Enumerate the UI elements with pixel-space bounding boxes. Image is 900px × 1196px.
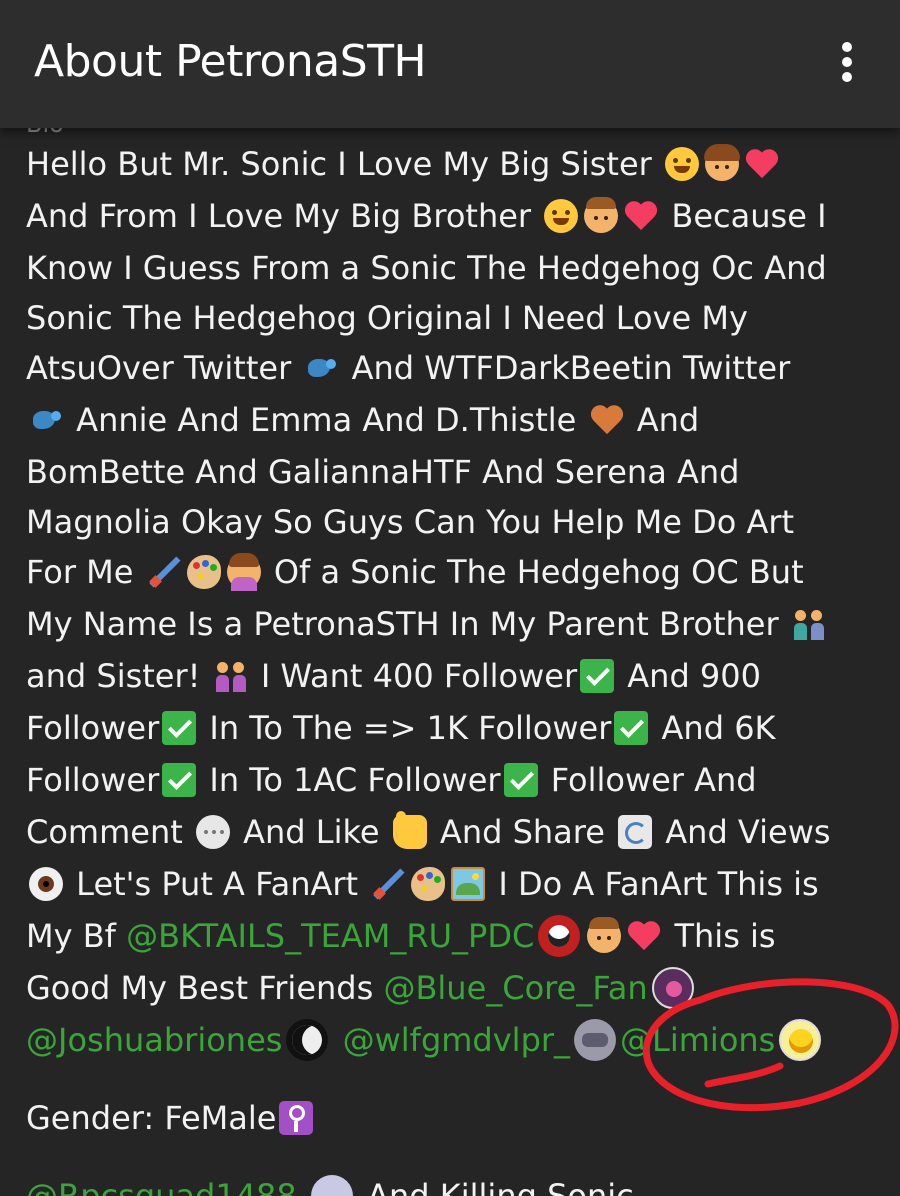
bio-line: My Bf @BKTAILS_TEAM_RU_PDC This is [26, 915, 776, 957]
user-avatar[interactable] [651, 967, 694, 1009]
section-label: Bio [26, 128, 64, 138]
paintbrush-icon [147, 555, 181, 589]
user-avatar[interactable] [779, 1019, 822, 1061]
check-mark-icon [162, 763, 197, 797]
mention-link[interactable]: @Rpcsquad1488 [26, 1177, 297, 1196]
bio-line: Magnolia Okay So Guys Can You Help Me Do… [26, 503, 795, 541]
bio-line: Let's Put A FanArt I Do A FanArt This is [26, 858, 819, 910]
check-mark-icon [162, 711, 197, 745]
smiling-face-with-hearts-icon [664, 147, 699, 181]
bio-line: Hello But Mr. Sonic I Love My Big Sister [26, 138, 782, 190]
gender-line: Gender: FeMale [26, 1092, 316, 1144]
female-sign-icon [279, 1101, 314, 1135]
mention-link[interactable]: @Limions [620, 1021, 775, 1059]
bio-line: AtsuOver Twitter And WTFDarkBeetin Twitt… [26, 349, 791, 387]
bio-line: BomBette And GaliannaHTF And Serena And [26, 453, 740, 491]
bio-line: Comment And Like And Share And Views [26, 811, 831, 851]
boy-icon [587, 917, 622, 953]
mention-link[interactable]: @BKTAILS_TEAM_RU_PDC [126, 917, 534, 955]
bio-line: And From I Love My Big Brother Because I [26, 197, 827, 235]
user-avatar[interactable] [574, 1019, 617, 1061]
orange-heart-icon [590, 403, 624, 437]
paintbrush-icon [371, 867, 405, 901]
bio-line: For Me Of a Sonic The Hedgehog OC But [26, 553, 804, 591]
speech-bubble-icon [195, 815, 230, 849]
artist-palette-icon [411, 867, 446, 901]
bio-line: Follower In To 1AC Follower Follower And [26, 761, 757, 799]
bio-line: Follower In To The => 1K Follower And 6K [26, 709, 776, 747]
check-mark-icon [580, 659, 615, 693]
check-mark-icon [503, 763, 538, 797]
eye-icon [29, 867, 63, 901]
app-header: About PetronaSTH [0, 0, 900, 128]
bird-icon [304, 351, 338, 385]
repeat-arrows-icon [618, 815, 653, 849]
mention-link[interactable]: @Joshuabriones [26, 1021, 282, 1059]
page-title: About PetronaSTH [34, 36, 427, 87]
smiling-face-with-hearts-icon [544, 199, 579, 233]
bio-line: Know I Guess From a Sonic The Hedgehog O… [26, 249, 827, 287]
bio-line: Sonic The Hedgehog Original I Need Love … [26, 299, 748, 337]
person-raising-hand-icon [226, 553, 261, 591]
bio-line: My Name Is a PetronaSTH In My Parent Bro… [26, 598, 829, 650]
two-women-holding-hands-icon [214, 659, 248, 693]
bird-icon [29, 403, 63, 437]
about-content: Bio Hello But Mr. Sonic I Love My Big Si… [0, 128, 900, 1196]
boy-icon [584, 197, 619, 233]
two-men-holding-hands-icon [792, 607, 826, 641]
bio-line: Good My Best Friends @Blue_Core_Fan [26, 962, 698, 1014]
bio-line: Annie And Emma And D.Thistle And [26, 394, 699, 446]
user-avatar[interactable] [286, 1019, 329, 1061]
user-avatar[interactable] [310, 1175, 353, 1196]
red-heart-icon [627, 919, 661, 953]
more-vertical-icon[interactable] [828, 40, 868, 84]
check-mark-icon [614, 711, 649, 745]
bio-line: @Rpcsquad1488 And Killing Sonic [26, 1170, 634, 1196]
thumbs-up-icon [392, 811, 427, 849]
girl-icon [703, 144, 740, 181]
framed-picture-icon [451, 867, 486, 901]
mention-link[interactable]: @Blue_Core_Fan [383, 969, 647, 1007]
mention-link[interactable]: @wlfgmdvlpr_ [343, 1021, 570, 1059]
red-heart-icon [624, 199, 658, 233]
red-heart-icon [745, 147, 779, 181]
artist-palette-icon [186, 555, 221, 589]
user-avatar[interactable] [538, 915, 581, 957]
bio-line: and Sister! I Want 400 Follower And 900 [26, 657, 761, 695]
bio-line: @Joshuabriones @wlfgmdvlpr_ @Limions [26, 1014, 825, 1066]
